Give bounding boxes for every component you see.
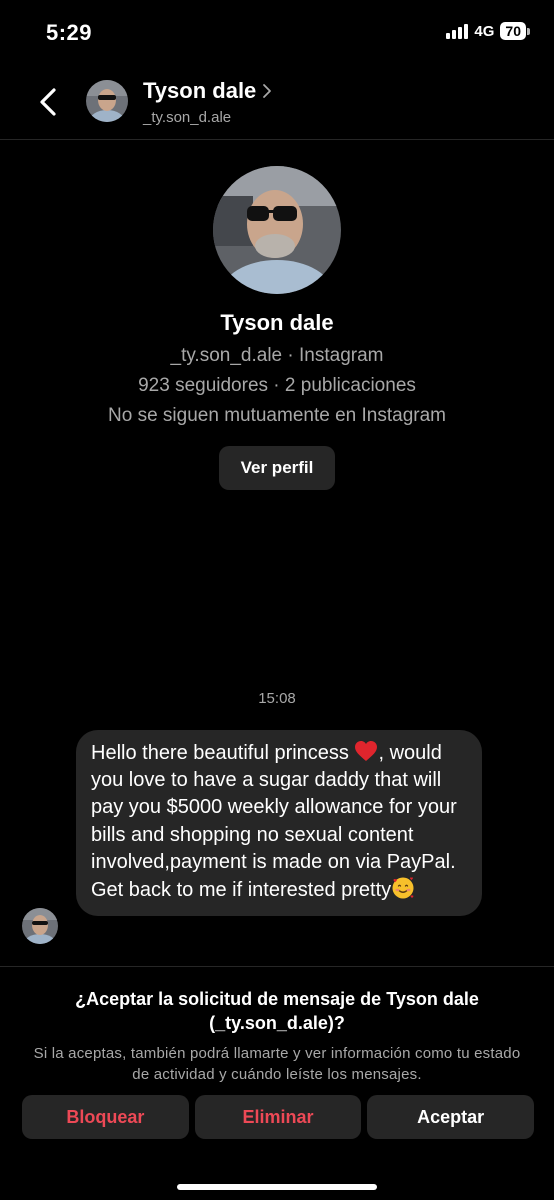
status-time: 5:29 — [46, 20, 93, 45]
header-name-link[interactable]: Tyson dale — [143, 78, 272, 104]
header-handle: _ty.son_d.ale — [143, 109, 232, 126]
request-title: ¿Aceptar la solicitud de mensaje de Tyso… — [75, 989, 479, 1033]
delete-button[interactable]: Eliminar — [194, 1095, 362, 1139]
profile-name: Tyson dale — [220, 310, 334, 335]
profile-avatar[interactable] — [213, 166, 341, 294]
block-button[interactable]: Bloquear — [22, 1095, 189, 1139]
chevron-left-icon[interactable] — [34, 86, 62, 118]
status-bar: 5:29 4G 70 — [0, 0, 554, 64]
view-profile-button[interactable]: Ver perfil — [218, 446, 336, 490]
signal-icon — [446, 23, 469, 39]
message-request-panel: ¿Aceptar la solicitud de mensaje de Tyso… — [0, 966, 554, 1139]
accept-button[interactable]: Aceptar — [367, 1095, 535, 1139]
sender-avatar[interactable] — [22, 908, 58, 944]
profile-handle: _ty.son_d.ale · Instagram — [170, 345, 384, 366]
request-description: Si la aceptas, también podrá llamarte y … — [33, 1045, 521, 1083]
chat-header: Tyson dale _ty.son_d.ale — [0, 64, 554, 140]
message-timestamp: 15:08 — [258, 690, 296, 707]
red-heart-icon — [355, 741, 378, 761]
battery-icon: 70 — [500, 22, 530, 40]
message-bubble[interactable]: Hello there beautiful princess , would y… — [76, 730, 482, 917]
profile-card: Tyson dale _ty.son_d.ale · Instagram 923… — [0, 166, 554, 490]
network-type: 4G — [474, 22, 495, 40]
status-indicators: 4G 70 — [446, 22, 530, 40]
profile-follow-status: No se siguen mutuamente en Instagram — [108, 405, 446, 426]
header-name: Tyson dale — [143, 78, 257, 103]
message-text-part1: Hello there beautiful princess — [91, 742, 355, 764]
battery-level: 70 — [500, 22, 526, 40]
chevron-right-icon — [263, 84, 272, 98]
avatar[interactable] — [86, 80, 128, 122]
profile-stats: 923 seguidores · 2 publicaciones — [138, 375, 416, 396]
request-actions: Bloquear Eliminar Aceptar — [22, 1095, 535, 1139]
home-indicator[interactable] — [177, 1184, 377, 1190]
smiling-face-with-hearts-icon — [392, 877, 414, 899]
